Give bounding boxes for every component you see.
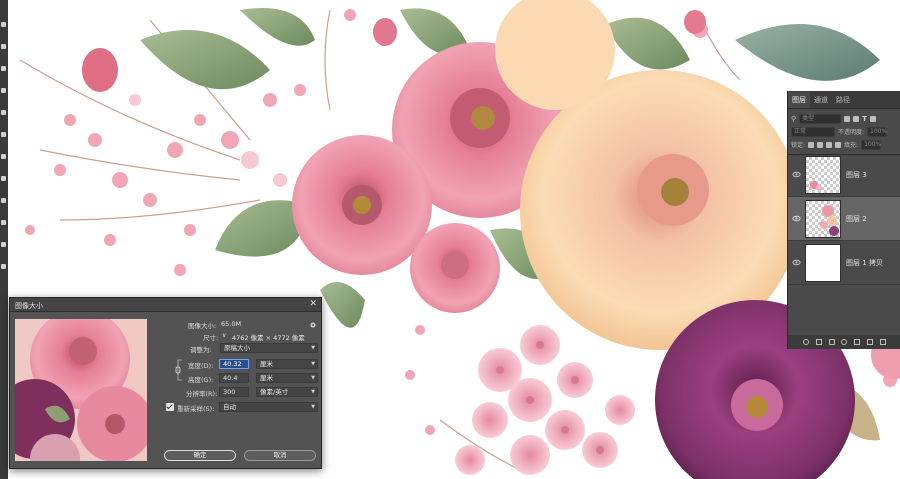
eye-icon[interactable] <box>792 170 801 179</box>
dialog-title: 图像大小 <box>15 302 43 310</box>
tools-toolbar <box>0 0 8 479</box>
fill-input[interactable]: 100% <box>861 139 881 150</box>
chevron-down-icon: ▼ <box>311 361 315 367</box>
dimensions-label: 尺寸: <box>203 334 219 342</box>
layers-panel: 图层 通道 路径 ⚲ 类型 T 正常 不透明度: 100% 锁定: 填充: 10… <box>787 91 900 349</box>
cancel-button[interactable]: 取消 <box>244 450 316 461</box>
new-layer-icon[interactable] <box>866 339 873 345</box>
chevron-down-icon: ▼ <box>311 375 315 381</box>
fill-label: 填充: <box>844 142 859 149</box>
eye-icon[interactable] <box>792 214 801 223</box>
fit-to-label: 调整为: <box>190 346 212 354</box>
layer-thumbnail <box>805 200 841 238</box>
tool-icon[interactable] <box>1 242 6 247</box>
layer-row[interactable]: 图层 1 拷贝 <box>788 241 900 285</box>
opacity-label: 不透明度: <box>838 129 865 136</box>
tool-icon[interactable] <box>1 176 6 181</box>
filter-shape-icon[interactable] <box>869 115 876 122</box>
resolution-label: 分辨率(R): <box>186 390 218 398</box>
layer-thumbnail <box>805 156 841 194</box>
layer-row[interactable]: 图层 2 <box>788 197 900 241</box>
tool-icon[interactable] <box>1 198 6 203</box>
fit-to-select[interactable]: 原稿大小 ▼ <box>220 343 318 353</box>
ok-button[interactable]: 确定 <box>164 450 236 461</box>
tool-icon[interactable] <box>1 22 6 27</box>
blend-mode-select[interactable]: 正常 <box>791 126 835 137</box>
tool-icon[interactable] <box>1 154 6 159</box>
search-icon: ⚲ <box>791 114 797 123</box>
height-input[interactable]: 40.4 <box>219 373 249 383</box>
lock-transparency-icon[interactable] <box>808 141 815 148</box>
close-icon[interactable]: ✕ <box>309 300 317 309</box>
rose-bud <box>684 10 706 34</box>
dialog-titlebar[interactable]: 图像大小 ✕ <box>10 298 321 312</box>
adjustment-layer-icon[interactable] <box>841 339 848 345</box>
width-label: 宽度(D): <box>188 362 214 370</box>
image-size-dialog: 图像大小 ✕ 图像大小: 65.0M 尺寸: ∨ 4762 像素 × 4772 … <box>9 297 322 469</box>
layer-name[interactable]: 图层 1 拷贝 <box>846 258 883 268</box>
filter-text-icon[interactable]: T <box>862 115 867 123</box>
folder-icon[interactable] <box>854 339 861 345</box>
image-size-value: 65.0M <box>221 320 242 328</box>
height-label: 高度(G): <box>188 376 214 384</box>
trash-icon[interactable] <box>879 339 886 345</box>
resolution-unit-select[interactable]: 像素/英寸 ▼ <box>256 387 318 397</box>
tool-icon[interactable] <box>1 44 6 49</box>
eye-icon[interactable] <box>792 258 801 267</box>
height-unit-select[interactable]: 厘米 ▼ <box>256 373 318 383</box>
lock-position-icon[interactable] <box>826 141 833 148</box>
resample-label: 重新采样(S): <box>177 405 215 413</box>
filter-adjust-icon[interactable] <box>853 115 860 122</box>
resample-method-select[interactable]: 自动 ▼ <box>219 402 318 412</box>
resample-checkbox[interactable] <box>166 403 174 411</box>
panel-tabs: 图层 通道 路径 <box>788 91 900 109</box>
layer-name[interactable]: 图层 2 <box>846 214 867 224</box>
chevron-down-icon: ▼ <box>311 389 315 395</box>
lock-label: 锁定: <box>791 142 806 149</box>
tool-icon[interactable] <box>1 264 6 269</box>
tool-icon[interactable] <box>1 132 6 137</box>
chevron-down-icon: ▼ <box>311 404 315 410</box>
link-layers-icon[interactable] <box>803 339 810 345</box>
layer-name[interactable]: 图层 3 <box>846 170 867 180</box>
height-unit-value: 厘米 <box>260 374 273 382</box>
layer-thumbnail <box>805 244 841 282</box>
fx-icon[interactable] <box>816 339 823 345</box>
image-preview[interactable] <box>15 319 147 461</box>
lock-paint-icon[interactable] <box>817 141 824 148</box>
image-size-label: 图像大小: <box>188 322 217 330</box>
tab-paths[interactable]: 路径 <box>832 92 854 108</box>
layer-filter-input[interactable]: 类型 <box>799 113 842 124</box>
dimensions-chevron-icon[interactable]: ∨ <box>222 332 226 339</box>
opacity-input[interactable]: 100% <box>867 126 887 137</box>
rose-bud <box>82 48 118 92</box>
width-unit-value: 厘米 <box>260 360 273 368</box>
photoshop-workspace: 图层 通道 路径 ⚲ 类型 T 正常 不透明度: 100% 锁定: 填充: 10… <box>0 0 900 479</box>
layer-row[interactable]: 图层 3 <box>788 153 900 197</box>
constrain-proportions-link-icon[interactable] <box>175 359 185 381</box>
tool-icon[interactable] <box>1 88 6 93</box>
mask-icon[interactable] <box>828 339 835 345</box>
tab-layers[interactable]: 图层 <box>788 92 810 108</box>
lock-all-icon[interactable] <box>835 141 842 148</box>
filter-pixel-icon[interactable] <box>844 115 851 122</box>
rose-bud <box>373 18 397 46</box>
fit-to-value: 原稿大小 <box>224 344 250 352</box>
tool-icon[interactable] <box>1 220 6 225</box>
resolution-unit-value: 像素/英寸 <box>260 388 289 396</box>
layers-footer <box>788 335 900 349</box>
tool-icon[interactable] <box>1 66 6 71</box>
width-unit-select[interactable]: 厘米 ▼ <box>256 359 318 369</box>
tool-icon[interactable] <box>1 110 6 115</box>
dimensions-value: 4762 像素 × 4772 像素 <box>232 334 305 342</box>
chevron-down-icon: ▼ <box>311 345 315 351</box>
resolution-input[interactable]: 300 <box>219 387 249 397</box>
settings-gear-icon[interactable] <box>309 321 317 329</box>
resample-method-value: 自动 <box>223 403 236 411</box>
width-input[interactable]: 40.32 <box>219 359 249 369</box>
tab-channels[interactable]: 通道 <box>810 92 832 108</box>
